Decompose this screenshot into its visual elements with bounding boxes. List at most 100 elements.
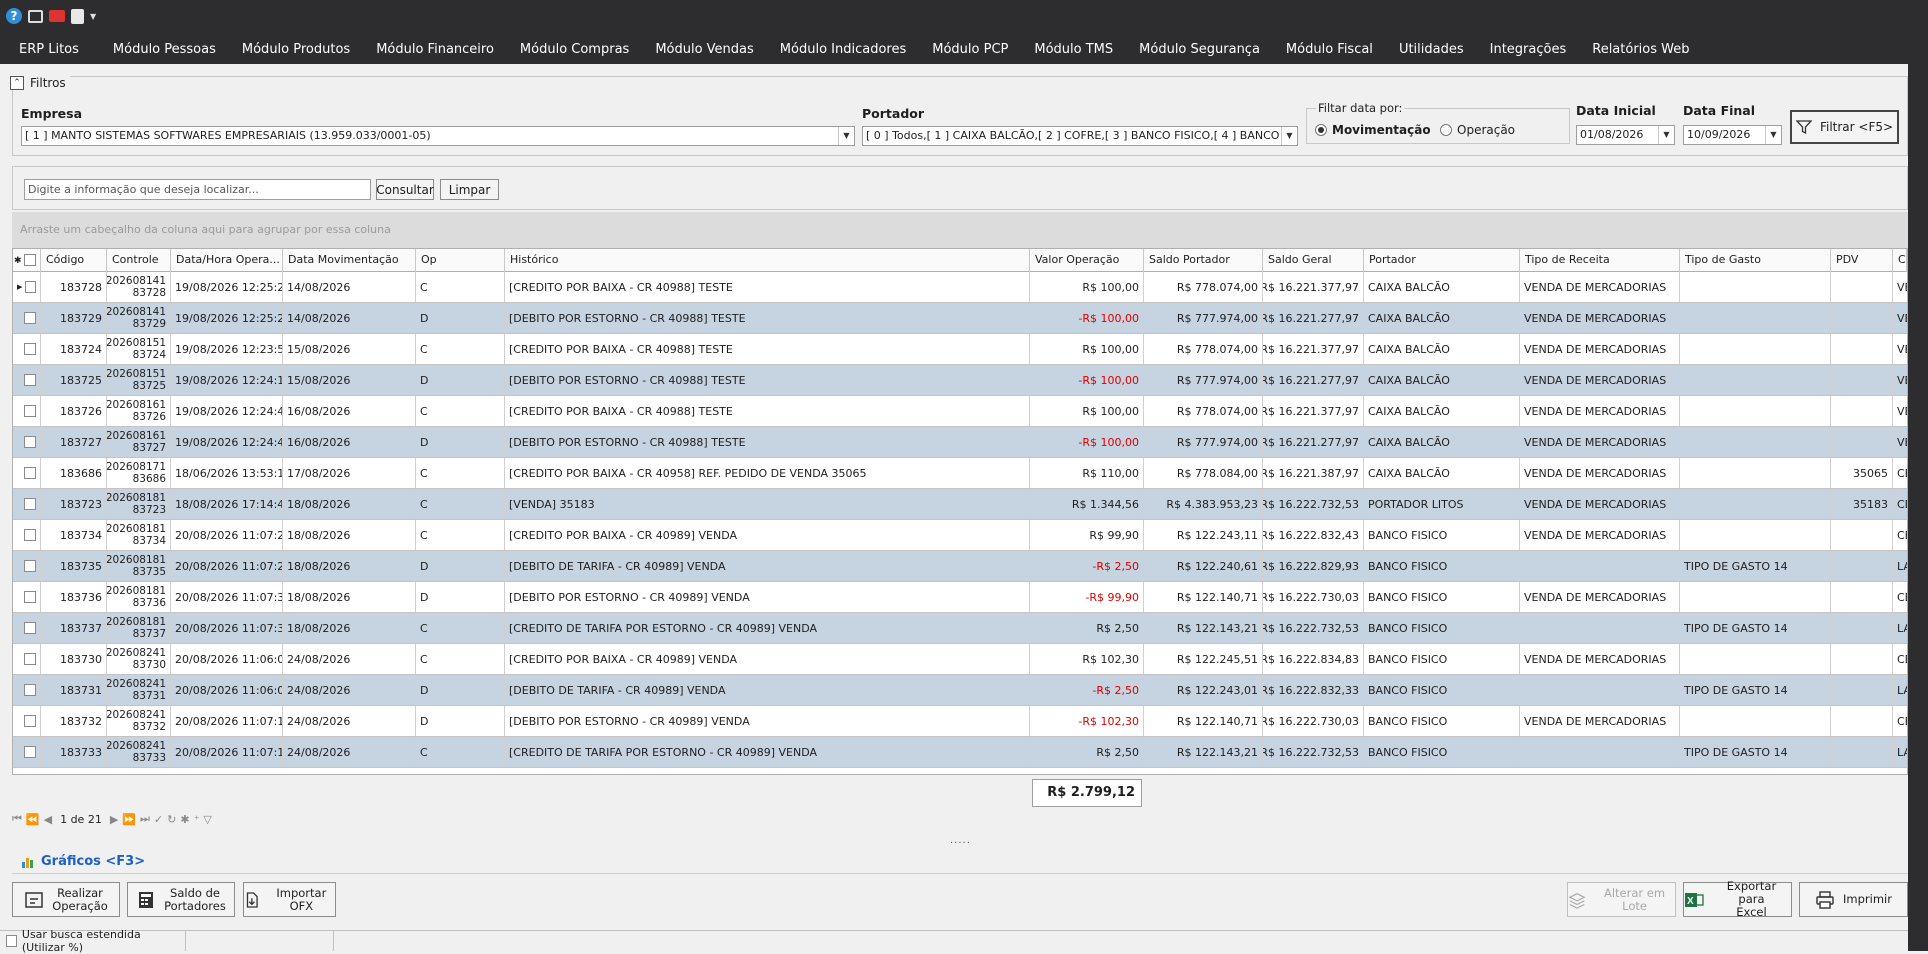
row-checkbox[interactable] xyxy=(24,343,36,355)
row-checkbox[interactable] xyxy=(24,529,36,541)
cell-hist[interactable]: [CREDITO DE TARIFA POR ESTORNO - CR 4098… xyxy=(505,613,1030,643)
cell-controle[interactable]: 202608151 83724 xyxy=(107,334,171,364)
cell-saldo_geral[interactable]: R$ 16.222.732,53 xyxy=(1263,737,1364,767)
column-header[interactable]: Data Movimentação xyxy=(283,249,416,272)
cell-codigo[interactable]: 183735 xyxy=(41,551,107,581)
cell-datamov[interactable]: 24/08/2026 xyxy=(283,675,416,705)
cell-hist[interactable]: [CREDITO POR BAIXA - CR 40988] TESTE xyxy=(505,272,1030,302)
cell-saldo_geral[interactable]: R$ 16.222.832,43 xyxy=(1263,520,1364,550)
table-row[interactable]: 183727 202608161 83727 19/08/2026 12:24:49 1… xyxy=(13,427,1907,458)
cell-op[interactable]: C xyxy=(416,737,505,767)
cell-hist[interactable]: [CREDITO DE TARIFA POR ESTORNO - CR 4098… xyxy=(505,737,1030,767)
document-icon[interactable] xyxy=(71,8,84,24)
cell-receita[interactable] xyxy=(1520,675,1680,705)
table-row[interactable]: 183733 202608241 83733 20/08/2026 11:07:11 2… xyxy=(13,737,1907,768)
help-icon[interactable]: ? xyxy=(6,8,22,24)
saldo-portadores-button[interactable]: Saldo de Portadores xyxy=(127,882,235,917)
extended-search-toggle[interactable]: Usar busca estendida (Utilizar %) xyxy=(0,928,186,954)
row-checkbox[interactable] xyxy=(24,436,36,448)
cell-portador[interactable]: CAIXA BALCÃO xyxy=(1364,272,1520,302)
radio-operacao[interactable]: Operação xyxy=(1440,123,1515,137)
cell-codigo[interactable]: 183727 xyxy=(41,427,107,457)
cell-saldo_port[interactable]: R$ 778.084,00 xyxy=(1144,458,1263,488)
cell-datamov[interactable]: 18/08/2026 xyxy=(283,489,416,519)
cell-controle[interactable]: 202608161 83726 xyxy=(107,396,171,426)
cell-gasto[interactable] xyxy=(1680,520,1831,550)
cell-pdv[interactable] xyxy=(1831,303,1893,333)
cell-last[interactable]: CE xyxy=(1893,458,1907,488)
cell-datahora[interactable]: 19/08/2026 12:24:17 xyxy=(171,365,283,395)
column-header[interactable]: Data/Hora Opera... xyxy=(171,249,283,272)
column-header[interactable]: Portador xyxy=(1364,249,1520,272)
realizar-operacao-button[interactable]: Realizar Operação xyxy=(12,882,120,917)
table-row[interactable]: 183724 202608151 83724 19/08/2026 12:23:51 1… xyxy=(13,334,1907,365)
cell-hist[interactable]: [CREDITO POR BAIXA - CR 40989] VENDA xyxy=(505,644,1030,674)
cell-valor[interactable]: R$ 2,50 xyxy=(1030,613,1144,643)
cell-datahora[interactable]: 18/06/2026 13:53:13 xyxy=(171,458,283,488)
cell-controle[interactable]: 202608181 83736 xyxy=(107,582,171,612)
cell-saldo_port[interactable]: R$ 778.074,00 xyxy=(1144,334,1263,364)
cell-op[interactable]: C xyxy=(416,334,505,364)
cell-valor[interactable]: -R$ 99,90 xyxy=(1030,582,1144,612)
calendar-dropdown-icon[interactable]: ▼ xyxy=(1765,126,1781,144)
cell-saldo_port[interactable]: R$ 122.140,71 xyxy=(1144,706,1263,736)
cell-hist[interactable]: [DEBITO DE TARIFA - CR 40989] VENDA xyxy=(505,675,1030,705)
cell-pdv[interactable]: 35183 xyxy=(1831,489,1893,519)
cell-last[interactable]: LA xyxy=(1893,551,1907,581)
cell-op[interactable]: C xyxy=(416,520,505,550)
cell-hist[interactable]: [DEBITO POR ESTORNO - CR 40989] VENDA xyxy=(505,582,1030,612)
cell-gasto[interactable] xyxy=(1680,489,1831,519)
cell-saldo_port[interactable]: R$ 122.243,01 xyxy=(1144,675,1263,705)
cell-valor[interactable]: -R$ 100,00 xyxy=(1030,303,1144,333)
graficos-toggle[interactable]: Gráficos <F3> xyxy=(22,854,145,869)
column-header[interactable]: C xyxy=(1893,249,1907,272)
cell-codigo[interactable]: 183725 xyxy=(41,365,107,395)
cell-datamov[interactable]: 18/08/2026 xyxy=(283,582,416,612)
row-checkbox[interactable] xyxy=(24,560,36,572)
menu-item[interactable]: Módulo Produtos xyxy=(229,42,363,57)
limpar-button[interactable]: Limpar xyxy=(440,179,499,200)
cell-saldo_geral[interactable]: R$ 16.222.829,93 xyxy=(1263,551,1364,581)
column-header[interactable]: Op xyxy=(416,249,505,272)
row-checkbox[interactable] xyxy=(24,715,36,727)
cell-saldo_port[interactable]: R$ 777.974,00 xyxy=(1144,303,1263,333)
menu-item[interactable]: Módulo PCP xyxy=(919,42,1021,57)
cell-gasto[interactable] xyxy=(1680,365,1831,395)
column-header[interactable]: Código xyxy=(41,249,107,272)
cell-saldo_geral[interactable]: R$ 16.222.834,83 xyxy=(1263,644,1364,674)
cell-receita[interactable] xyxy=(1520,737,1680,767)
cell-portador[interactable]: BANCO FISICO xyxy=(1364,551,1520,581)
empresa-select[interactable]: [ 1 ] MANTO SISTEMAS SOFTWARES EMPRESARI… xyxy=(21,126,855,146)
cell-datahora[interactable]: 20/08/2026 11:07:23 xyxy=(171,551,283,581)
radio-movimentacao[interactable]: Movimentação xyxy=(1315,123,1431,137)
data-inicial-field[interactable]: 01/08/2026 ▼ xyxy=(1576,125,1675,145)
cell-datamov[interactable]: 16/08/2026 xyxy=(283,396,416,426)
cell-saldo_geral[interactable]: R$ 16.221.387,97 xyxy=(1263,458,1364,488)
cell-codigo[interactable]: 183723 xyxy=(41,489,107,519)
video-icon[interactable] xyxy=(49,10,65,22)
table-row[interactable]: 183734 202608181 83734 20/08/2026 11:07:23 1… xyxy=(13,520,1907,551)
cell-codigo[interactable]: 183724 xyxy=(41,334,107,364)
row-checkbox[interactable] xyxy=(24,746,36,758)
column-header[interactable]: Valor Operação xyxy=(1030,249,1144,272)
menu-item[interactable]: Integrações xyxy=(1477,42,1580,57)
row-checkbox[interactable] xyxy=(24,653,36,665)
table-row[interactable]: 183736 202608181 83736 20/08/2026 11:07:33 1… xyxy=(13,582,1907,613)
cell-last[interactable]: CE xyxy=(1893,644,1907,674)
menu-item[interactable]: Módulo Pessoas xyxy=(100,42,229,57)
cell-portador[interactable]: CAIXA BALCÃO xyxy=(1364,396,1520,426)
select-all-column[interactable]: ✱ xyxy=(13,249,41,272)
row-select-cell[interactable] xyxy=(13,458,41,488)
cell-valor[interactable]: R$ 1.344,56 xyxy=(1030,489,1144,519)
menu-item[interactable]: Módulo Compras xyxy=(507,42,642,57)
menu-item[interactable]: Módulo Vendas xyxy=(642,42,766,57)
cell-last[interactable]: VE xyxy=(1893,396,1907,426)
row-select-cell[interactable] xyxy=(13,613,41,643)
row-checkbox[interactable] xyxy=(24,374,36,386)
cell-datahora[interactable]: 20/08/2026 11:06:01 xyxy=(171,675,283,705)
cell-codigo[interactable]: 183729 xyxy=(41,303,107,333)
table-row[interactable]: ▶ 183728 202608141 83728 19/08/2026 12:25:21… xyxy=(13,272,1907,303)
column-header[interactable]: Saldo Geral xyxy=(1263,249,1364,272)
cell-datahora[interactable]: 20/08/2026 11:07:33 xyxy=(171,582,283,612)
cell-portador[interactable]: BANCO FISICO xyxy=(1364,520,1520,550)
